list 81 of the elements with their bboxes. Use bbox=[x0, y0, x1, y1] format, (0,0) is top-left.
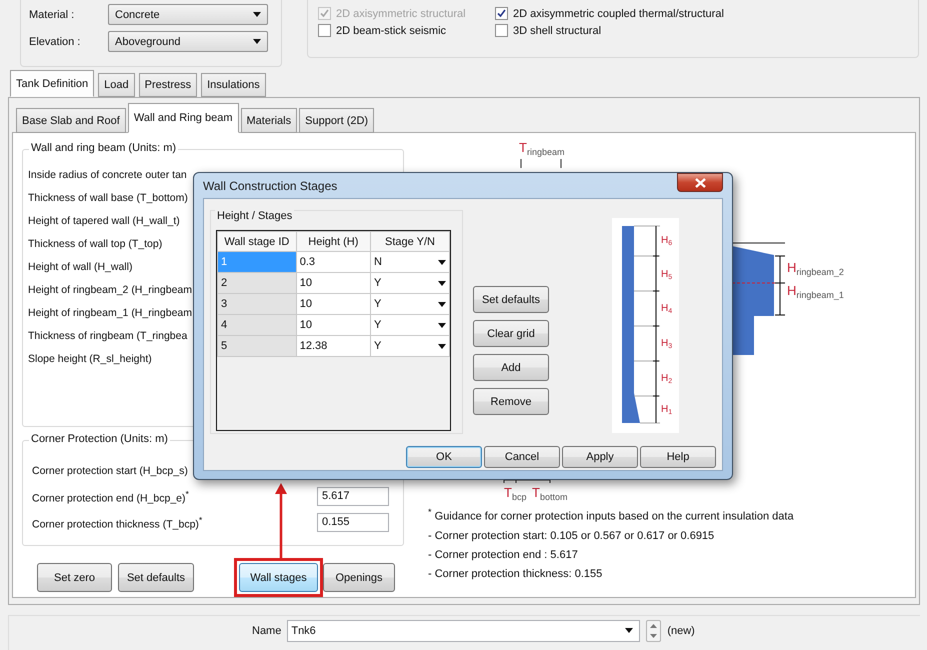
button[interactable]: Cancel bbox=[484, 446, 560, 468]
dimension-label: H$_{2}$ bbox=[661, 374, 672, 387]
guidance-text: $^{*}$ Guidance for corner protection inputs based on the current insulation data bbox=[428, 506, 794, 524]
guidance-text: - Corner protection start: 0.105 or 0.567 or 0.617 or 0.6915 bbox=[428, 528, 714, 543]
dimension-label: T$_{bcp}$ bbox=[504, 486, 526, 504]
name-dropdown[interactable]: Tnk6 bbox=[287, 620, 640, 642]
dimension-label: H$_{ringbeam_2}$ bbox=[787, 261, 844, 279]
tab[interactable]: Load bbox=[98, 73, 135, 97]
field-label: Thickness of wall top (T_top) bbox=[28, 237, 162, 252]
dimension-label: T$_{bottom}$ bbox=[532, 486, 568, 504]
tab[interactable]: Insulations bbox=[201, 73, 266, 97]
table-cell[interactable]: 5 bbox=[218, 336, 296, 356]
button[interactable]: Wall stages bbox=[239, 563, 318, 592]
tab[interactable]: Base Slab and Roof bbox=[16, 108, 126, 133]
dropdown-cell[interactable]: N bbox=[370, 252, 450, 272]
table-cell[interactable]: 10 bbox=[296, 294, 370, 314]
field-label: Corner protection end (H_bcp_e)$^{*}$ bbox=[32, 488, 189, 504]
table-cell[interactable]: 0.3 bbox=[296, 252, 370, 272]
tab[interactable]: Wall and Ring beam bbox=[128, 103, 238, 133]
field-label: Corner protection thickness (T_bcp)$^{*}$ bbox=[32, 514, 202, 530]
dimension-label: H$_{1}$ bbox=[661, 405, 672, 418]
table-cell[interactable]: 3 bbox=[218, 294, 296, 314]
tab[interactable]: Tank Definition bbox=[10, 70, 94, 97]
table-cell[interactable]: 4 bbox=[218, 314, 296, 336]
checkbox-label: 2D axisymmetric structural bbox=[336, 8, 466, 20]
dropdown-cell[interactable]: Y bbox=[370, 272, 450, 294]
column-header: Height (H) bbox=[296, 232, 370, 252]
button[interactable]: Clear grid bbox=[473, 320, 549, 347]
dimension-label: H$_{3}$ bbox=[661, 339, 672, 352]
table-cell[interactable]: 10 bbox=[296, 314, 370, 336]
tab[interactable]: Materials bbox=[240, 108, 298, 133]
input-field[interactable]: 0.155 bbox=[317, 513, 389, 532]
field-label: Slope height (R_sl_height) bbox=[28, 352, 152, 367]
dropdown[interactable]: Aboveground bbox=[108, 31, 268, 52]
button[interactable]: Remove bbox=[473, 388, 549, 415]
dropdown-cell[interactable]: Y bbox=[370, 314, 450, 336]
button[interactable]: Openings bbox=[323, 563, 395, 592]
field-label: Height of ringbeam_2 (H_ringbeam bbox=[28, 283, 192, 298]
dimension-label: T$_{ringbeam}$ bbox=[519, 141, 564, 159]
checkbox-label: 2D beam-stick seismic bbox=[336, 24, 446, 36]
tab[interactable]: Support (2D) bbox=[299, 108, 374, 133]
group-title: Wall and ring beam (Units: m) bbox=[29, 142, 178, 154]
field-label: Material : bbox=[29, 8, 76, 20]
guidance-text: - Corner protection end : 5.617 bbox=[428, 548, 578, 562]
field-label: Inside radius of concrete outer tan bbox=[28, 168, 187, 183]
button[interactable]: Help bbox=[640, 446, 716, 468]
button[interactable]: Set defaults bbox=[473, 286, 549, 313]
field-label: Height of ringbeam_1 (H_ringbeam bbox=[28, 306, 192, 321]
field-label: Height of wall (H_wall) bbox=[28, 260, 132, 275]
group-title: Corner Protection (Units: m) bbox=[29, 433, 170, 446]
button[interactable]: Apply bbox=[562, 446, 638, 468]
table-cell[interactable]: 10 bbox=[296, 272, 370, 294]
dimension-label: H$_{ringbeam_1}$ bbox=[787, 284, 844, 302]
button[interactable]: Set defaults bbox=[118, 563, 194, 592]
button[interactable]: OK bbox=[406, 446, 482, 468]
input-field[interactable]: 5.617 bbox=[317, 487, 389, 506]
field-label: Name bbox=[252, 624, 282, 636]
checkbox-label: 3D shell structural bbox=[513, 24, 602, 36]
field-label: Corner protection start (H_bcp_s) bbox=[32, 464, 188, 477]
button[interactable]: Add bbox=[473, 354, 549, 381]
dimension-label: H$_{4}$ bbox=[661, 304, 672, 317]
button[interactable]: Set zero bbox=[37, 563, 112, 592]
dropdown-cell[interactable]: Y bbox=[370, 336, 450, 356]
column-header: Stage Y/N bbox=[370, 232, 450, 252]
checkbox-label: 2D axisymmetric coupled thermal/structural bbox=[513, 8, 724, 20]
group-title: Height / Stages bbox=[215, 210, 294, 222]
field-label: Elevation : bbox=[29, 36, 82, 48]
dimension-label: H$_{6}$ bbox=[661, 236, 672, 249]
dimension-label: H$_{5}$ bbox=[661, 270, 672, 283]
table-cell[interactable]: 2 bbox=[218, 272, 296, 294]
field-label: Height of tapered wall (H_wall_t) bbox=[28, 214, 180, 229]
table-cell[interactable]: 12.38 bbox=[296, 336, 370, 356]
dropdown-cell[interactable]: Y bbox=[370, 294, 450, 314]
field-label: Thickness of wall base (T_bottom) bbox=[28, 191, 188, 206]
status-text: (new) bbox=[667, 624, 695, 636]
window-title: Wall Construction Stages bbox=[203, 178, 338, 192]
column-header: Wall stage ID bbox=[218, 232, 296, 252]
guidance-text: - Corner protection thickness: 0.155 bbox=[428, 566, 602, 581]
tab[interactable]: Prestress bbox=[138, 73, 198, 97]
dropdown[interactable]: Concrete bbox=[108, 4, 268, 25]
field-label: Thickness of ringbeam (T_ringbea bbox=[28, 329, 188, 344]
